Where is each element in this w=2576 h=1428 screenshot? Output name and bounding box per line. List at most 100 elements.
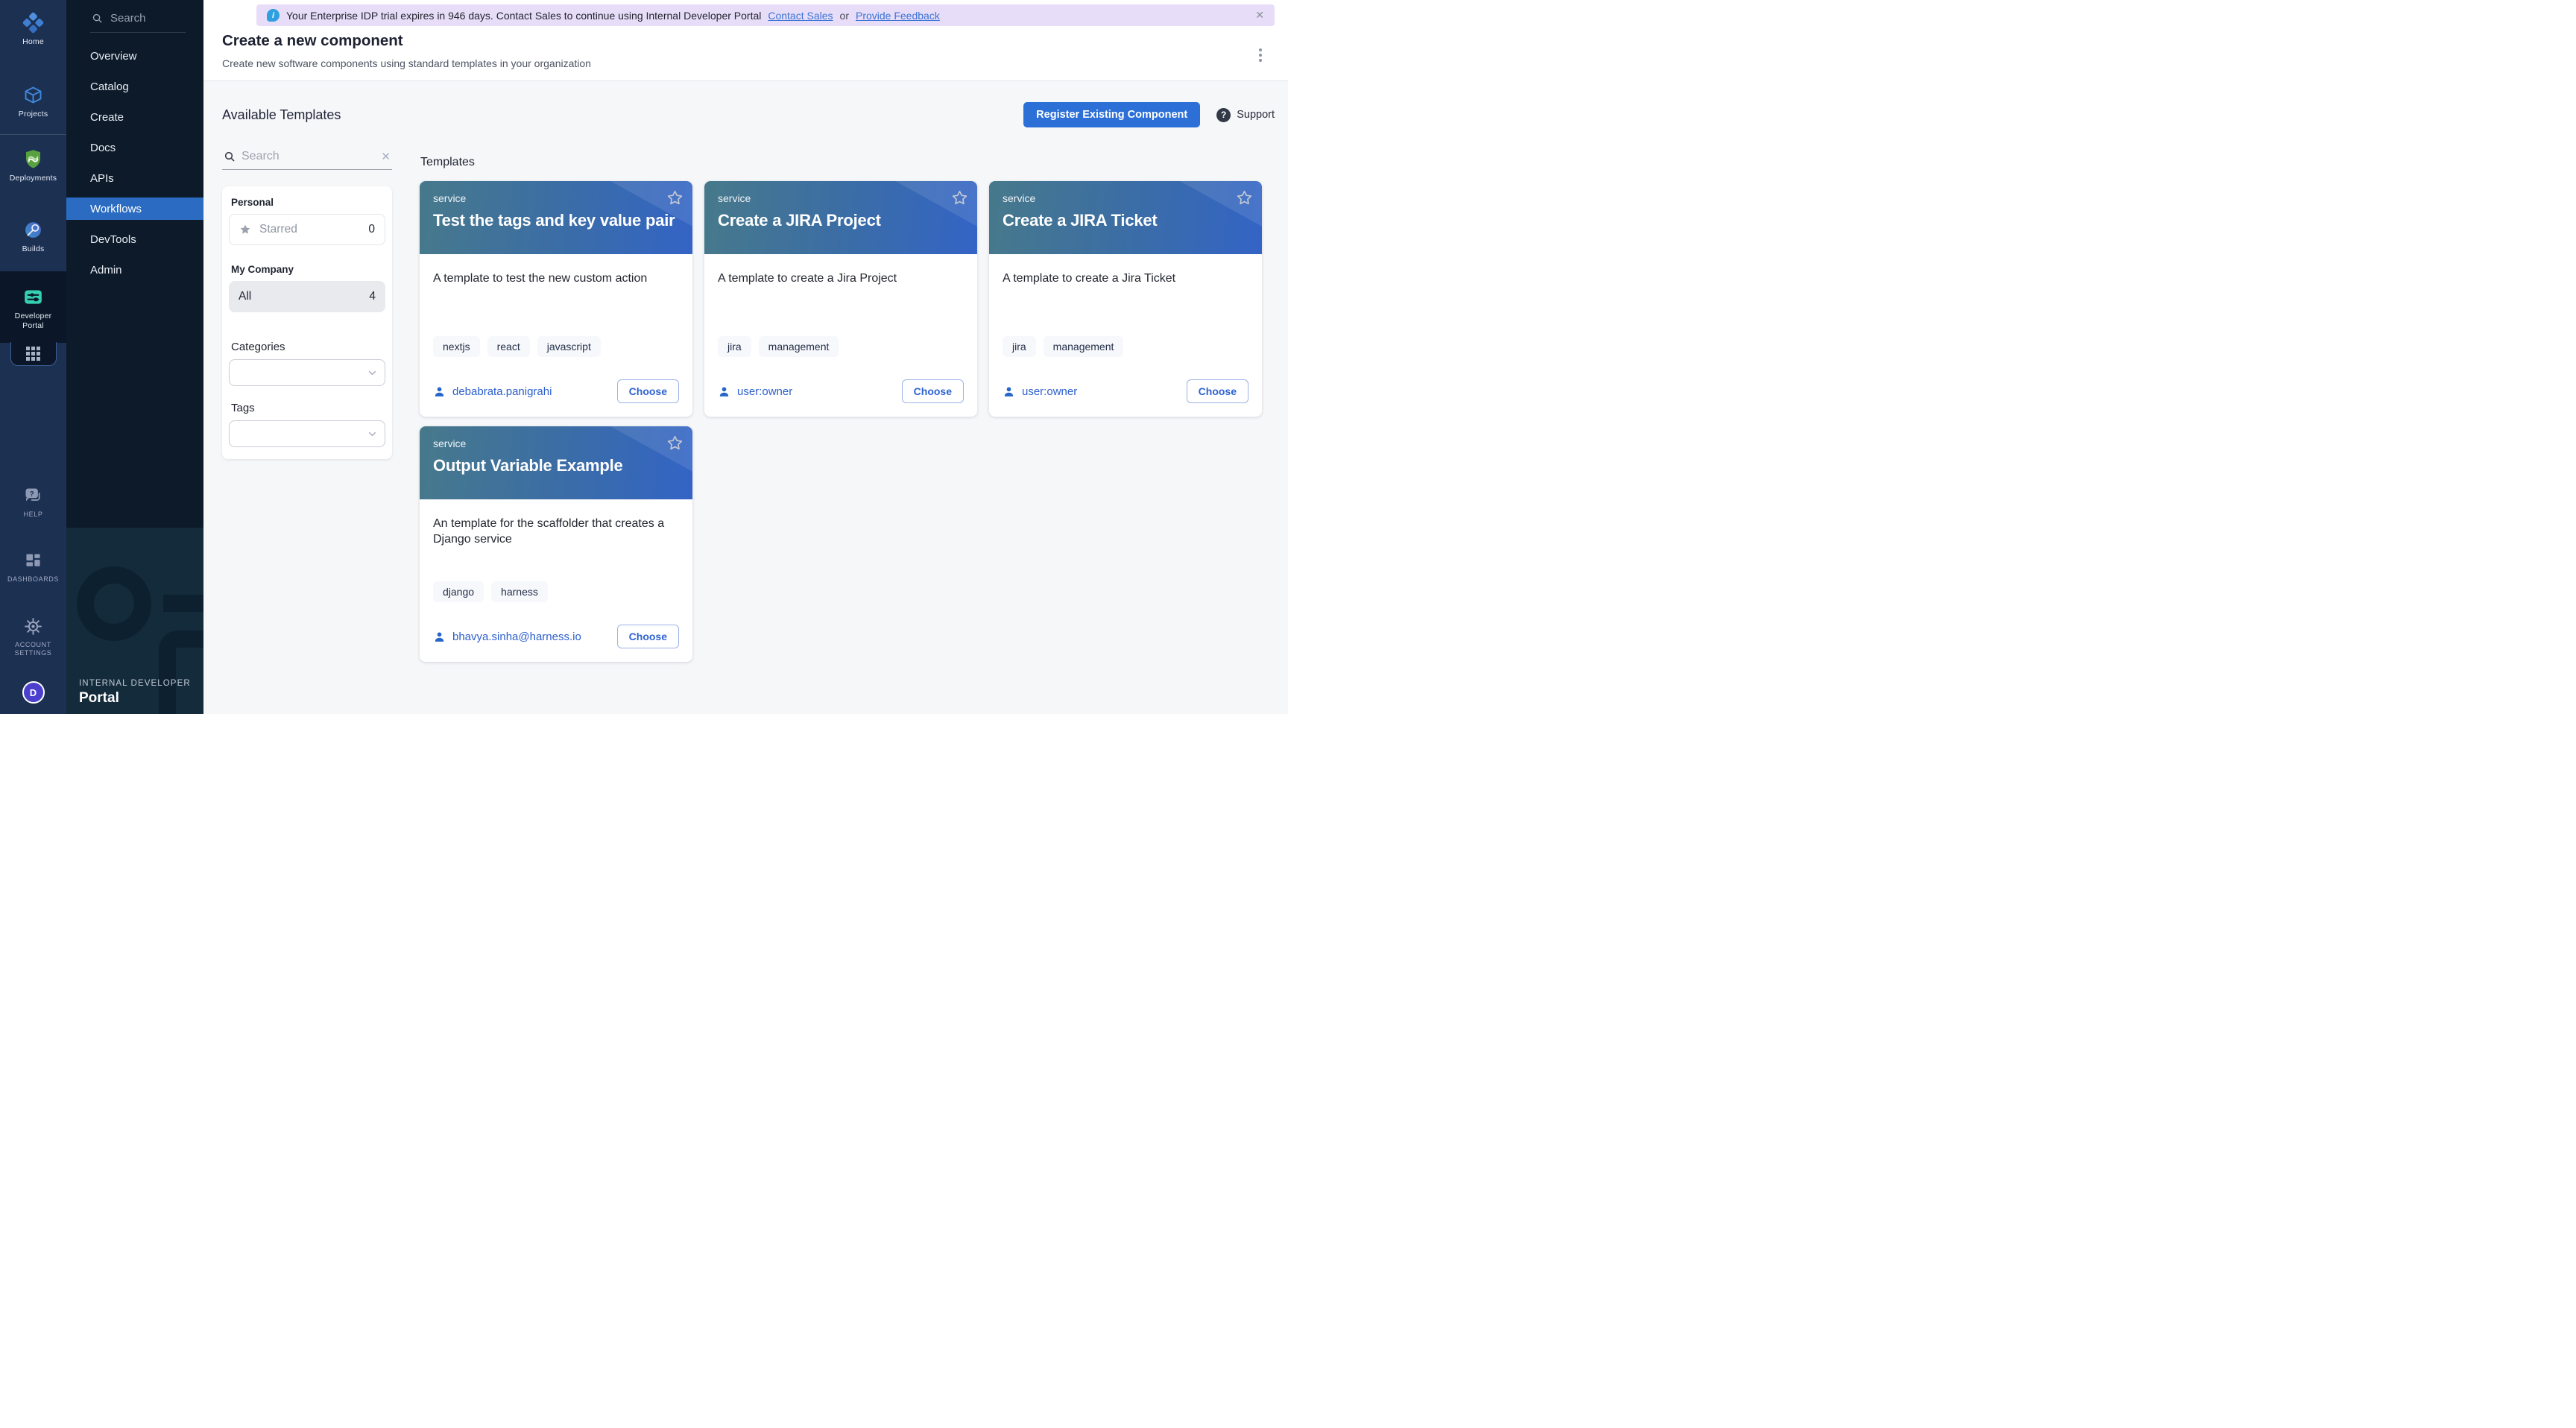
module-rail: Home Projects Deployments Builds [0,0,66,714]
personal-label: Personal [231,197,385,208]
portal-brand: INTERNAL DEVELOPER Portal [79,679,191,707]
star-icon [239,224,251,236]
filter-card: Personal Starred 0 My Company All 4 [222,186,392,459]
choose-button[interactable]: Choose [617,625,679,648]
sidenav-item-docs[interactable]: Docs [66,136,203,159]
sidenav-search[interactable]: Search [66,0,203,32]
sidenav-item-overview[interactable]: Overview [66,45,203,67]
starred-label: Starred [259,223,297,236]
developer-portal-icon [22,286,44,308]
card-owner-row: user:owner Choose [718,379,964,403]
rail-item-developer-portal[interactable]: DeveloperPortal [0,282,66,335]
card-description: A template to test the new custom action [433,271,679,336]
template-card[interactable]: service Create a JIRA Ticket A template … [989,181,1262,417]
templates-section: Templates service Test the tags and key … [420,147,1288,714]
body-row: ✕ Personal Starred 0 My Company All [222,147,1288,714]
provide-feedback-link[interactable]: Provide Feedback [856,10,940,22]
template-card[interactable]: service Output Variable Example An templ… [420,426,692,662]
card-header: service Create a JIRA Project [704,181,977,254]
user-avatar[interactable]: D [22,681,45,704]
choose-button[interactable]: Choose [902,379,964,403]
template-search: ✕ [222,147,392,170]
rail-item-home[interactable]: Home [0,7,66,51]
app-window: Home Projects Deployments Builds [0,0,1288,714]
rail-item-builds[interactable]: Builds [0,215,66,259]
user-icon [1003,385,1015,398]
support-label: Support [1237,109,1275,121]
filter-all[interactable]: All 4 [229,281,385,312]
star-outline-icon[interactable] [1236,189,1253,206]
portal-sidenav: Search Overview Catalog Create Docs APIs Work… [66,0,203,714]
card-kind-label: service [433,437,679,449]
all-count: 4 [369,290,376,303]
card-kind-label: service [718,192,964,204]
tag-chip: react [487,336,530,357]
my-company-label: My Company [231,264,385,275]
all-label: All [239,290,251,303]
rail-label-dashboards: DASHBOARDS [7,575,59,584]
card-body: A template to create a Jira Project jira… [704,254,977,417]
card-owner-row: bhavya.sinha@harness.io Choose [433,625,679,648]
kebab-menu-icon[interactable] [1257,46,1264,64]
register-existing-component-button[interactable]: Register Existing Component [1023,102,1200,127]
module-picker-row [0,343,66,368]
starred-count: 0 [368,223,375,236]
search-icon [92,13,103,24]
template-card[interactable]: service Test the tags and key value pair… [420,181,692,417]
page-title: Create a new component [222,32,1288,50]
templates-grid: service Test the tags and key value pair… [420,181,1288,662]
deployments-icon [22,148,44,170]
banner-message: Your Enterprise IDP trial expires in 946… [286,10,761,22]
toolbar: Available Templates Register Existing Co… [222,102,1275,127]
star-outline-icon[interactable] [666,435,684,452]
rail-item-dashboards[interactable]: DASHBOARDS [0,546,66,588]
rail-label-home: Home [22,37,44,47]
user-icon [433,631,446,643]
card-tags: jiramanagement [718,336,964,357]
rail-item-help[interactable]: ? HELP [0,481,66,523]
sidenav-footer: INTERNAL DEVELOPER Portal [66,528,203,714]
template-card[interactable]: service Create a JIRA Project A template… [704,181,977,417]
owner-link[interactable]: bhavya.sinha@harness.io [452,631,581,643]
owner-link[interactable]: user:owner [1022,385,1077,398]
sidenav-item-apis[interactable]: APIs [66,167,203,189]
sidenav-divider [90,32,186,33]
tag-chip: jira [718,336,751,357]
rail-label-builds: Builds [22,244,45,254]
card-tags: jiramanagement [1003,336,1248,357]
module-picker-button[interactable] [10,342,57,366]
choose-button[interactable]: Choose [617,379,679,403]
brand-line-small: INTERNAL DEVELOPER [79,679,191,688]
sidenav-item-catalog[interactable]: Catalog [66,75,203,98]
banner-close-icon[interactable]: ✕ [1255,9,1264,22]
contact-sales-link[interactable]: Contact Sales [768,10,833,22]
card-header: service Test the tags and key value pair [420,181,692,254]
tags-select[interactable] [229,420,385,447]
sidenav-item-workflows[interactable]: Workflows [66,198,203,220]
decorative-ring [77,566,151,641]
rail-active-section: DeveloperPortal [0,271,66,343]
support-button[interactable]: ? Support [1216,108,1275,122]
rail-item-projects[interactable]: Projects [0,80,66,124]
star-outline-icon[interactable] [951,189,968,206]
owner-link[interactable]: debabrata.panigrahi [452,385,552,398]
card-title: Output Variable Example [433,456,679,476]
sidenav-item-devtools[interactable]: DevTools [66,228,203,250]
clear-search-icon[interactable]: ✕ [381,150,391,163]
star-outline-icon[interactable] [666,189,684,206]
rail-item-account-settings[interactable]: ACCOUNTSETTINGS [0,611,66,663]
template-search-input[interactable] [242,150,375,163]
card-description: A template to create a Jira Project [718,271,964,336]
brand-line-big: Portal [79,690,191,707]
sidenav-item-admin[interactable]: Admin [66,259,203,281]
owner-link[interactable]: user:owner [737,385,792,398]
categories-select[interactable] [229,359,385,386]
filter-starred[interactable]: Starred 0 [229,214,385,245]
apps-grid-icon [26,347,40,361]
sidenav-item-create[interactable]: Create [66,106,203,128]
categories-label: Categories [231,341,385,353]
dashboards-icon [22,550,44,572]
choose-button[interactable]: Choose [1187,379,1248,403]
sidenav-search-label: Search [110,12,146,25]
rail-item-deployments[interactable]: Deployments [0,144,66,188]
